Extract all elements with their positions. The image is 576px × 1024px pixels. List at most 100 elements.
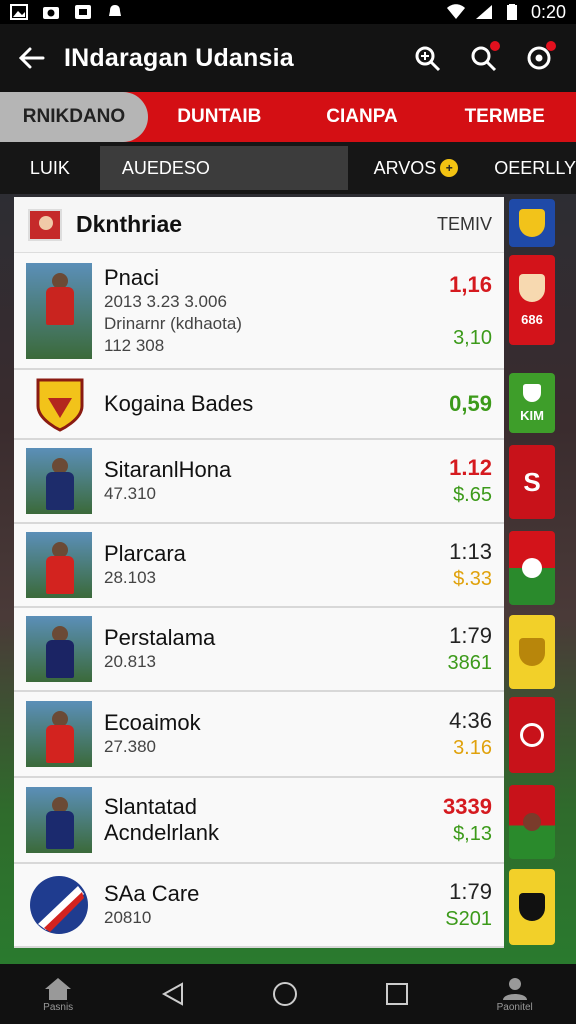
list-item[interactable]: Perstalama 20.813 1:79 3861 — [14, 608, 504, 692]
list-item-value-2: 0,59 — [449, 391, 492, 416]
list-header: Dknthriae TEMIV — [14, 197, 504, 253]
list-item-sub: Acndelrlank — [104, 820, 219, 845]
club-badge[interactable] — [509, 785, 555, 859]
notification-dot — [490, 41, 500, 51]
player-list: Dknthriae TEMIV Pnaci 2013 3.23 3.006 Dr… — [14, 197, 504, 948]
navigation-bar: Pasnis Paonitel — [0, 964, 576, 1024]
search-icon — [415, 46, 441, 72]
list-item-value-1: 1,16 — [449, 271, 492, 297]
list-item[interactable]: Ecoaimok 27.380 4:36 3.16 — [14, 692, 504, 778]
emblem-icon — [520, 723, 544, 747]
club-badge[interactable]: S — [509, 445, 555, 519]
avatar — [28, 208, 62, 241]
list-item-name: Ecoaimok — [104, 710, 201, 735]
list-item-sub: 28.103 — [104, 568, 156, 587]
club-badge[interactable] — [509, 697, 555, 773]
list-item-value-2: $.33 — [453, 568, 492, 590]
home-icon — [45, 977, 72, 1000]
list-item-value-2: 3.16 — [453, 737, 492, 759]
image-icon — [10, 4, 28, 20]
ball-logo-icon — [30, 876, 88, 934]
tab-duntaib[interactable]: DUNTAIB — [148, 92, 291, 142]
tab-termbe[interactable]: TERMBE — [433, 92, 576, 142]
filter-luik[interactable]: LUIK — [0, 158, 100, 179]
list-item-name: Perstalama — [104, 625, 216, 650]
list-item-value-2: $,13 — [453, 823, 492, 845]
wifi-icon — [446, 4, 465, 19]
search-filter-button[interactable] — [410, 41, 444, 75]
list-item-sub: 20810 — [104, 908, 152, 927]
player-shirt — [46, 472, 74, 510]
status-time: 0:20 — [530, 1, 566, 22]
nav-recents[interactable] — [384, 981, 410, 1007]
list-item-sub: 47.310 — [104, 484, 156, 503]
player-shirt — [46, 286, 74, 325]
list-item-value-1: 1:79 — [449, 623, 492, 648]
search-field[interactable]: AUEDESO — [99, 146, 348, 190]
eagle-icon — [519, 893, 545, 921]
badge-label: S — [523, 466, 541, 497]
filter-row: LUIK AUEDESO ARVOS + OEERLLY — [0, 142, 576, 194]
badge-label: 686 — [521, 311, 543, 327]
arrow-left-icon — [19, 47, 45, 69]
nav-profile-label: Paonitel — [496, 1001, 533, 1013]
club-logo — [26, 872, 92, 938]
filter-daily[interactable]: OEERLLY — [494, 158, 576, 179]
back-button[interactable] — [0, 24, 64, 92]
list-item-sub: Drinarnr (kdhaota) — [104, 313, 242, 333]
battery-icon — [506, 4, 517, 20]
club-badge[interactable]: 686 — [509, 255, 555, 345]
club-badge[interactable] — [509, 531, 555, 605]
nav-profile[interactable]: Paonitel — [497, 976, 533, 1013]
list-item[interactable]: Kogaina Bades 0,59 — [14, 370, 504, 440]
nav-home[interactable]: Pasnis — [43, 976, 73, 1013]
tab-bar: RNIKDANO DUNTAIB CIANPA TERMBE — [0, 92, 576, 142]
tab-cianpa[interactable]: CIANPA — [291, 92, 434, 142]
club-badge[interactable] — [509, 869, 555, 945]
settings-button[interactable] — [522, 41, 556, 75]
club-badge[interactable]: KIM — [509, 373, 555, 433]
player-photo — [26, 448, 92, 514]
list-item-value-2: 3861 — [447, 652, 493, 674]
crest-icon — [36, 378, 84, 432]
list-item-sub: 112 308 — [104, 335, 165, 355]
coin-icon: + — [440, 159, 459, 177]
nav-home-label: Pasnis — [43, 1001, 74, 1013]
club-crest — [34, 376, 86, 432]
circle-home-icon — [272, 982, 297, 1006]
list-item-name: SAa Care — [104, 881, 200, 906]
player-shirt — [46, 811, 74, 849]
signal-icon — [475, 5, 492, 19]
club-badge[interactable] — [509, 615, 555, 689]
list-item[interactable]: SAa Care 20810 1:79 S201 — [14, 864, 504, 948]
app-bar: INdaragan Udansia — [0, 24, 576, 92]
search-button[interactable] — [466, 41, 500, 75]
list-item[interactable]: Plarcara 28.103 1:13 $.33 — [14, 524, 504, 608]
player-icon — [523, 813, 541, 831]
notification-dot — [546, 41, 556, 51]
shield-icon — [523, 383, 541, 402]
lion-icon — [519, 638, 545, 666]
list-item-name: Slantatad — [104, 794, 197, 819]
list-item[interactable]: Slantatad Acndelrlank 3339 $,13 — [14, 778, 504, 864]
status-bar: 0:20 — [0, 0, 576, 24]
tab-rnikdano[interactable]: RNIKDANO — [0, 92, 148, 142]
ball-icon — [522, 558, 542, 578]
nav-home-circle[interactable] — [272, 981, 298, 1007]
filter-arvos[interactable]: ARVOS + — [374, 158, 459, 179]
player-shirt — [46, 556, 74, 594]
notification-icon — [109, 5, 121, 16]
player-photo — [26, 532, 92, 598]
list-item[interactable]: SitaranlHona 47.310 1.12 $.65 — [14, 440, 504, 524]
club-badge[interactable] — [509, 199, 555, 247]
nav-back[interactable] — [160, 981, 186, 1007]
list-item-value-1: 1.12 — [449, 455, 492, 480]
list-item-value-1: 1:79 — [449, 879, 492, 904]
list-item-value-1: 1:13 — [449, 539, 492, 564]
player-photo — [26, 262, 92, 359]
player-shirt — [46, 725, 74, 763]
shield-icon — [519, 273, 545, 302]
list-item[interactable]: Pnaci 2013 3.23 3.006 Drinarnr (kdhaota)… — [14, 253, 504, 370]
list-item-value-1: 3339 — [443, 794, 492, 819]
triangle-back-icon — [161, 982, 183, 1006]
